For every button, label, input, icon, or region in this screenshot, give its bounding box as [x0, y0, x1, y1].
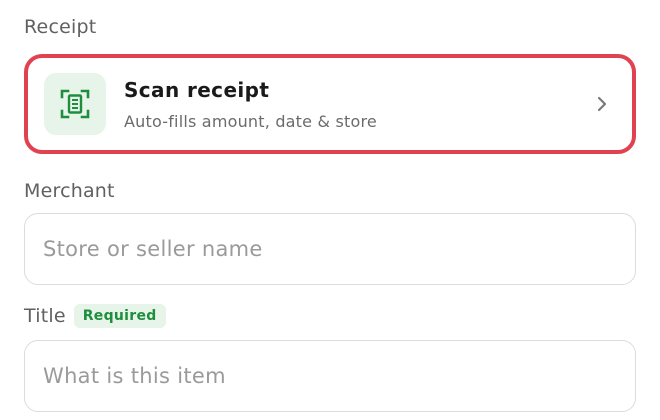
chevron-right-icon [592, 94, 612, 114]
title-label-row: Title Required [24, 304, 166, 328]
merchant-input[interactable] [24, 213, 636, 285]
scan-receipt-subtitle: Auto-fills amount, date & store [124, 111, 377, 131]
title-section-label: Title [24, 305, 66, 327]
scan-receipt-title: Scan receipt [124, 77, 270, 102]
title-input[interactable] [24, 340, 636, 412]
scan-receipt-text: Scan receipt Auto-fills amount, date & s… [124, 78, 592, 131]
required-badge: Required [73, 304, 166, 328]
merchant-section-label: Merchant [24, 180, 115, 202]
scan-receipt-icon [60, 89, 90, 119]
expense-form: Receipt Scan receipt Auto-fills amount, … [0, 0, 660, 420]
scan-receipt-button[interactable]: Scan receipt Auto-fills amount, date & s… [24, 54, 636, 154]
receipt-section-label: Receipt [24, 16, 97, 38]
scan-receipt-icon-container [44, 73, 106, 135]
